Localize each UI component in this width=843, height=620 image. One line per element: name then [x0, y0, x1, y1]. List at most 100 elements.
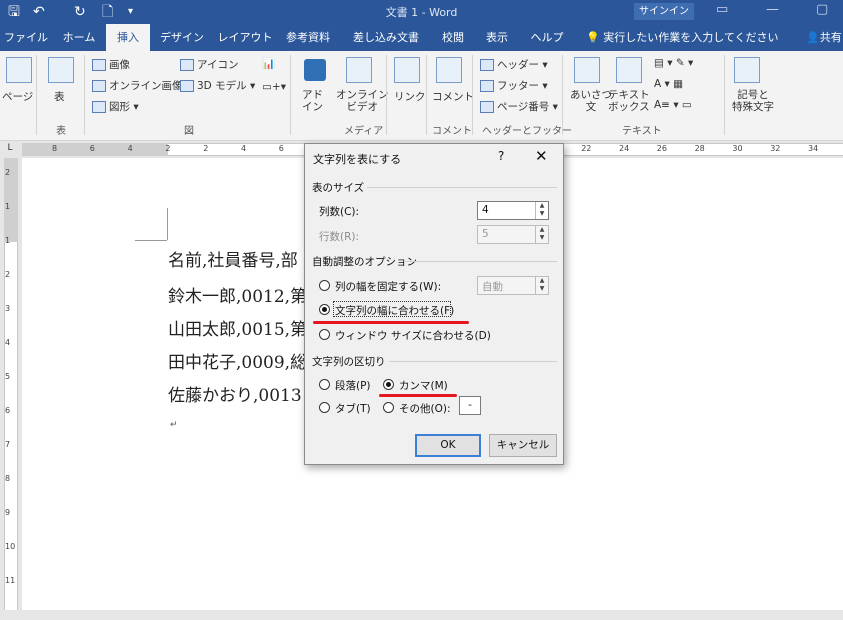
columns-spinner[interactable]: 4 ▲ ▼: [477, 201, 549, 220]
document-line[interactable]: 佐藤かおり,0013: [168, 381, 302, 406]
3d-model-button[interactable]: 3D モデル ▾: [180, 78, 255, 93]
ruler-number: 1: [5, 236, 11, 245]
comment-icon: [436, 57, 462, 83]
ribbon-insert: ページ 表 表 画像 オンライン画像 図形 ▾ アイコン 3D モデル ▾ 📊 …: [0, 51, 843, 141]
tab-review[interactable]: 校閲: [436, 24, 470, 51]
minimize-icon[interactable]: —: [766, 2, 779, 17]
ruler-number: 4: [5, 338, 11, 347]
table-button[interactable]: 表: [54, 89, 65, 104]
paragraph-label[interactable]: 段落(P): [335, 378, 371, 393]
greeting-button[interactable]: あいさつ 文: [570, 89, 612, 113]
icons-button[interactable]: アイコン: [180, 57, 238, 72]
ruler-number: 24: [619, 144, 630, 153]
symbol-button[interactable]: 記号と 特殊文字: [732, 89, 774, 113]
header-footer-group-label: ヘッダーとフッター: [482, 126, 572, 137]
columns-label: 列数(C):: [319, 206, 360, 218]
share-button[interactable]: 👤共有: [806, 24, 842, 51]
ruler-number: 2: [203, 144, 209, 153]
fit-window-radio[interactable]: [319, 329, 330, 340]
image-button[interactable]: 画像: [92, 57, 130, 72]
link-button[interactable]: リンク: [394, 89, 426, 104]
quick-parts-icon[interactable]: ▤ ▾ ✎ ▾: [654, 57, 693, 69]
tab-mailings[interactable]: 差し込み文書: [346, 24, 426, 51]
header-icon: [480, 59, 494, 71]
comma-radio[interactable]: [383, 379, 394, 390]
online-video-button[interactable]: オンライン ビデオ: [336, 89, 389, 113]
help-icon[interactable]: ?: [498, 149, 504, 163]
shapes-icon: [92, 101, 106, 113]
fixed-width-radio[interactable]: [319, 280, 330, 291]
tab-insert[interactable]: 挿入: [106, 24, 150, 51]
wordart-icon[interactable]: A ▾ ▦: [654, 78, 683, 90]
other-separator-input[interactable]: -: [459, 396, 481, 415]
tell-me-search[interactable]: 💡 実行したい作業を入力してください: [586, 24, 779, 51]
addins-button[interactable]: アド イン: [302, 89, 323, 113]
ruler-number: 9: [5, 508, 11, 517]
ribbon-display-icon[interactable]: ▭: [716, 2, 728, 17]
tab-selector[interactable]: L: [3, 143, 17, 156]
ruler-number: 10: [5, 542, 16, 551]
page-number-button[interactable]: ページ番号 ▾: [480, 99, 558, 114]
document-line[interactable]: 山田太郎,0015,第: [168, 315, 307, 340]
table-group-label: 表: [56, 126, 66, 137]
table-icon: [48, 57, 74, 83]
image-icon: [92, 59, 106, 71]
ruler-number: 6: [89, 144, 95, 153]
illustrations-group-label: 図: [184, 126, 194, 137]
ruler-number: 30: [732, 144, 743, 153]
ruler-number: 8: [5, 474, 11, 483]
tab-layout[interactable]: レイアウト: [216, 24, 274, 51]
tab-home[interactable]: ホーム: [56, 24, 102, 51]
fit-contents-radio[interactable]: [319, 304, 330, 315]
tab-help[interactable]: ヘルプ: [527, 24, 567, 51]
tab-design[interactable]: デザイン: [158, 24, 206, 51]
signin-button[interactable]: サインイン: [634, 3, 694, 20]
fit-window-label[interactable]: ウィンドウ サイズに合わせる(D): [335, 328, 491, 343]
red-underline-annotation: [313, 321, 469, 324]
textbox-button[interactable]: テキスト ボックス: [608, 89, 650, 113]
textbox-icon: [616, 57, 642, 83]
comment-group-label: コメント: [432, 126, 472, 137]
ruler-number: 2: [5, 168, 11, 177]
ruler-number: 2: [5, 270, 11, 279]
chart-icon[interactable]: 📊: [262, 57, 275, 70]
maximize-icon[interactable]: ▢: [816, 2, 828, 17]
fit-contents-label[interactable]: 文字列の幅に合わせる(F): [335, 303, 454, 318]
tab-radio[interactable]: [319, 402, 330, 413]
shapes-button[interactable]: 図形 ▾: [92, 99, 139, 114]
document-line[interactable]: 田中花子,0009,総: [168, 348, 307, 373]
screenshot-icon[interactable]: ▭+▾: [262, 81, 286, 93]
greeting-icon: [574, 57, 600, 83]
tab-label[interactable]: タブ(T): [335, 401, 371, 416]
paragraph-radio[interactable]: [319, 379, 330, 390]
close-icon[interactable]: ✕: [535, 147, 548, 165]
header-button[interactable]: ヘッダー ▾: [480, 57, 548, 72]
document-line[interactable]: 名前,社員番号,部: [168, 246, 298, 271]
document-line[interactable]: 鈴木一郎,0012,第: [168, 282, 307, 307]
tab-file[interactable]: ファイル: [4, 24, 48, 51]
other-radio[interactable]: [383, 402, 394, 413]
spinner-arrows-icon[interactable]: ▲ ▼: [535, 202, 548, 219]
ok-button[interactable]: OK: [415, 434, 481, 457]
ruler-number: 3: [5, 304, 11, 313]
comma-label[interactable]: カンマ(M): [399, 378, 448, 393]
cancel-button[interactable]: キャンセル: [489, 434, 557, 457]
ruler-number: 1: [5, 202, 11, 211]
vertical-ruler[interactable]: 2 1 1 2 3 4 5 6 7 8 9 10 11: [0, 158, 22, 620]
footer-button[interactable]: フッター ▾: [480, 78, 548, 93]
ruler-number: 4: [127, 144, 133, 153]
fixed-width-label[interactable]: 列の幅を固定する(W):: [335, 279, 441, 294]
tab-references[interactable]: 参考資料: [282, 24, 334, 51]
ruler-number: 6: [5, 406, 11, 415]
ruler-number: 5: [5, 372, 11, 381]
icons-icon: [180, 59, 194, 71]
comment-button[interactable]: コメント: [432, 89, 474, 104]
tab-view[interactable]: 表示: [480, 24, 514, 51]
spinner-arrows-icon: ▲ ▼: [535, 226, 548, 243]
dropcap-icon[interactable]: A≡ ▾ ▭: [654, 99, 692, 111]
cube-icon: [180, 80, 194, 92]
pages-button[interactable]: ページ: [2, 89, 33, 104]
other-label[interactable]: その他(O):: [399, 401, 451, 416]
red-underline-annotation: [379, 394, 457, 397]
online-image-button[interactable]: オンライン画像: [92, 78, 183, 93]
